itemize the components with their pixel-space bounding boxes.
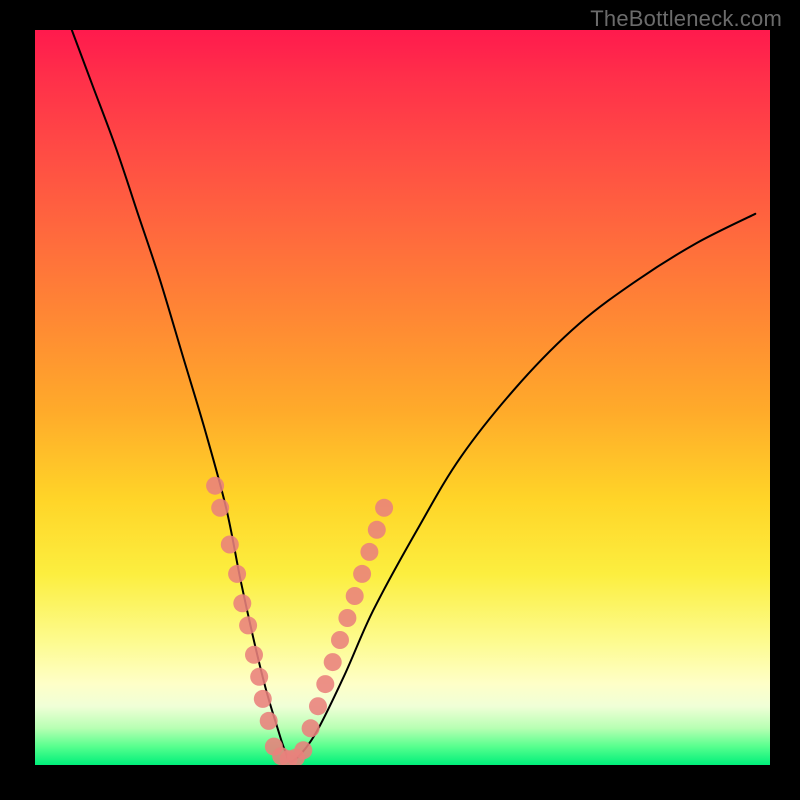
highlight-dot — [360, 543, 378, 561]
highlight-dot — [302, 719, 320, 737]
highlight-dot — [206, 477, 224, 495]
highlight-dot — [254, 690, 272, 708]
plot-area — [35, 30, 770, 765]
highlight-dots — [206, 477, 393, 765]
highlight-dot — [294, 741, 312, 759]
highlight-dot — [260, 712, 278, 730]
highlight-dot — [239, 616, 257, 634]
highlight-dot — [346, 587, 364, 605]
watermark-text: TheBottleneck.com — [590, 6, 782, 32]
highlight-dot — [375, 499, 393, 517]
highlight-dot — [211, 499, 229, 517]
highlight-dot — [338, 609, 356, 627]
highlight-dot — [316, 675, 334, 693]
highlight-dot — [228, 565, 246, 583]
highlight-dot — [245, 646, 263, 664]
highlight-dot — [324, 653, 342, 671]
highlight-dot — [353, 565, 371, 583]
highlight-dot — [221, 536, 239, 554]
curve-svg — [35, 30, 770, 765]
highlight-dot — [368, 521, 386, 539]
highlight-dot — [250, 668, 268, 686]
highlight-dot — [331, 631, 349, 649]
chart-container: TheBottleneck.com — [0, 0, 800, 800]
highlight-dot — [309, 697, 327, 715]
highlight-dot — [233, 594, 251, 612]
bottleneck-curve — [72, 30, 756, 762]
